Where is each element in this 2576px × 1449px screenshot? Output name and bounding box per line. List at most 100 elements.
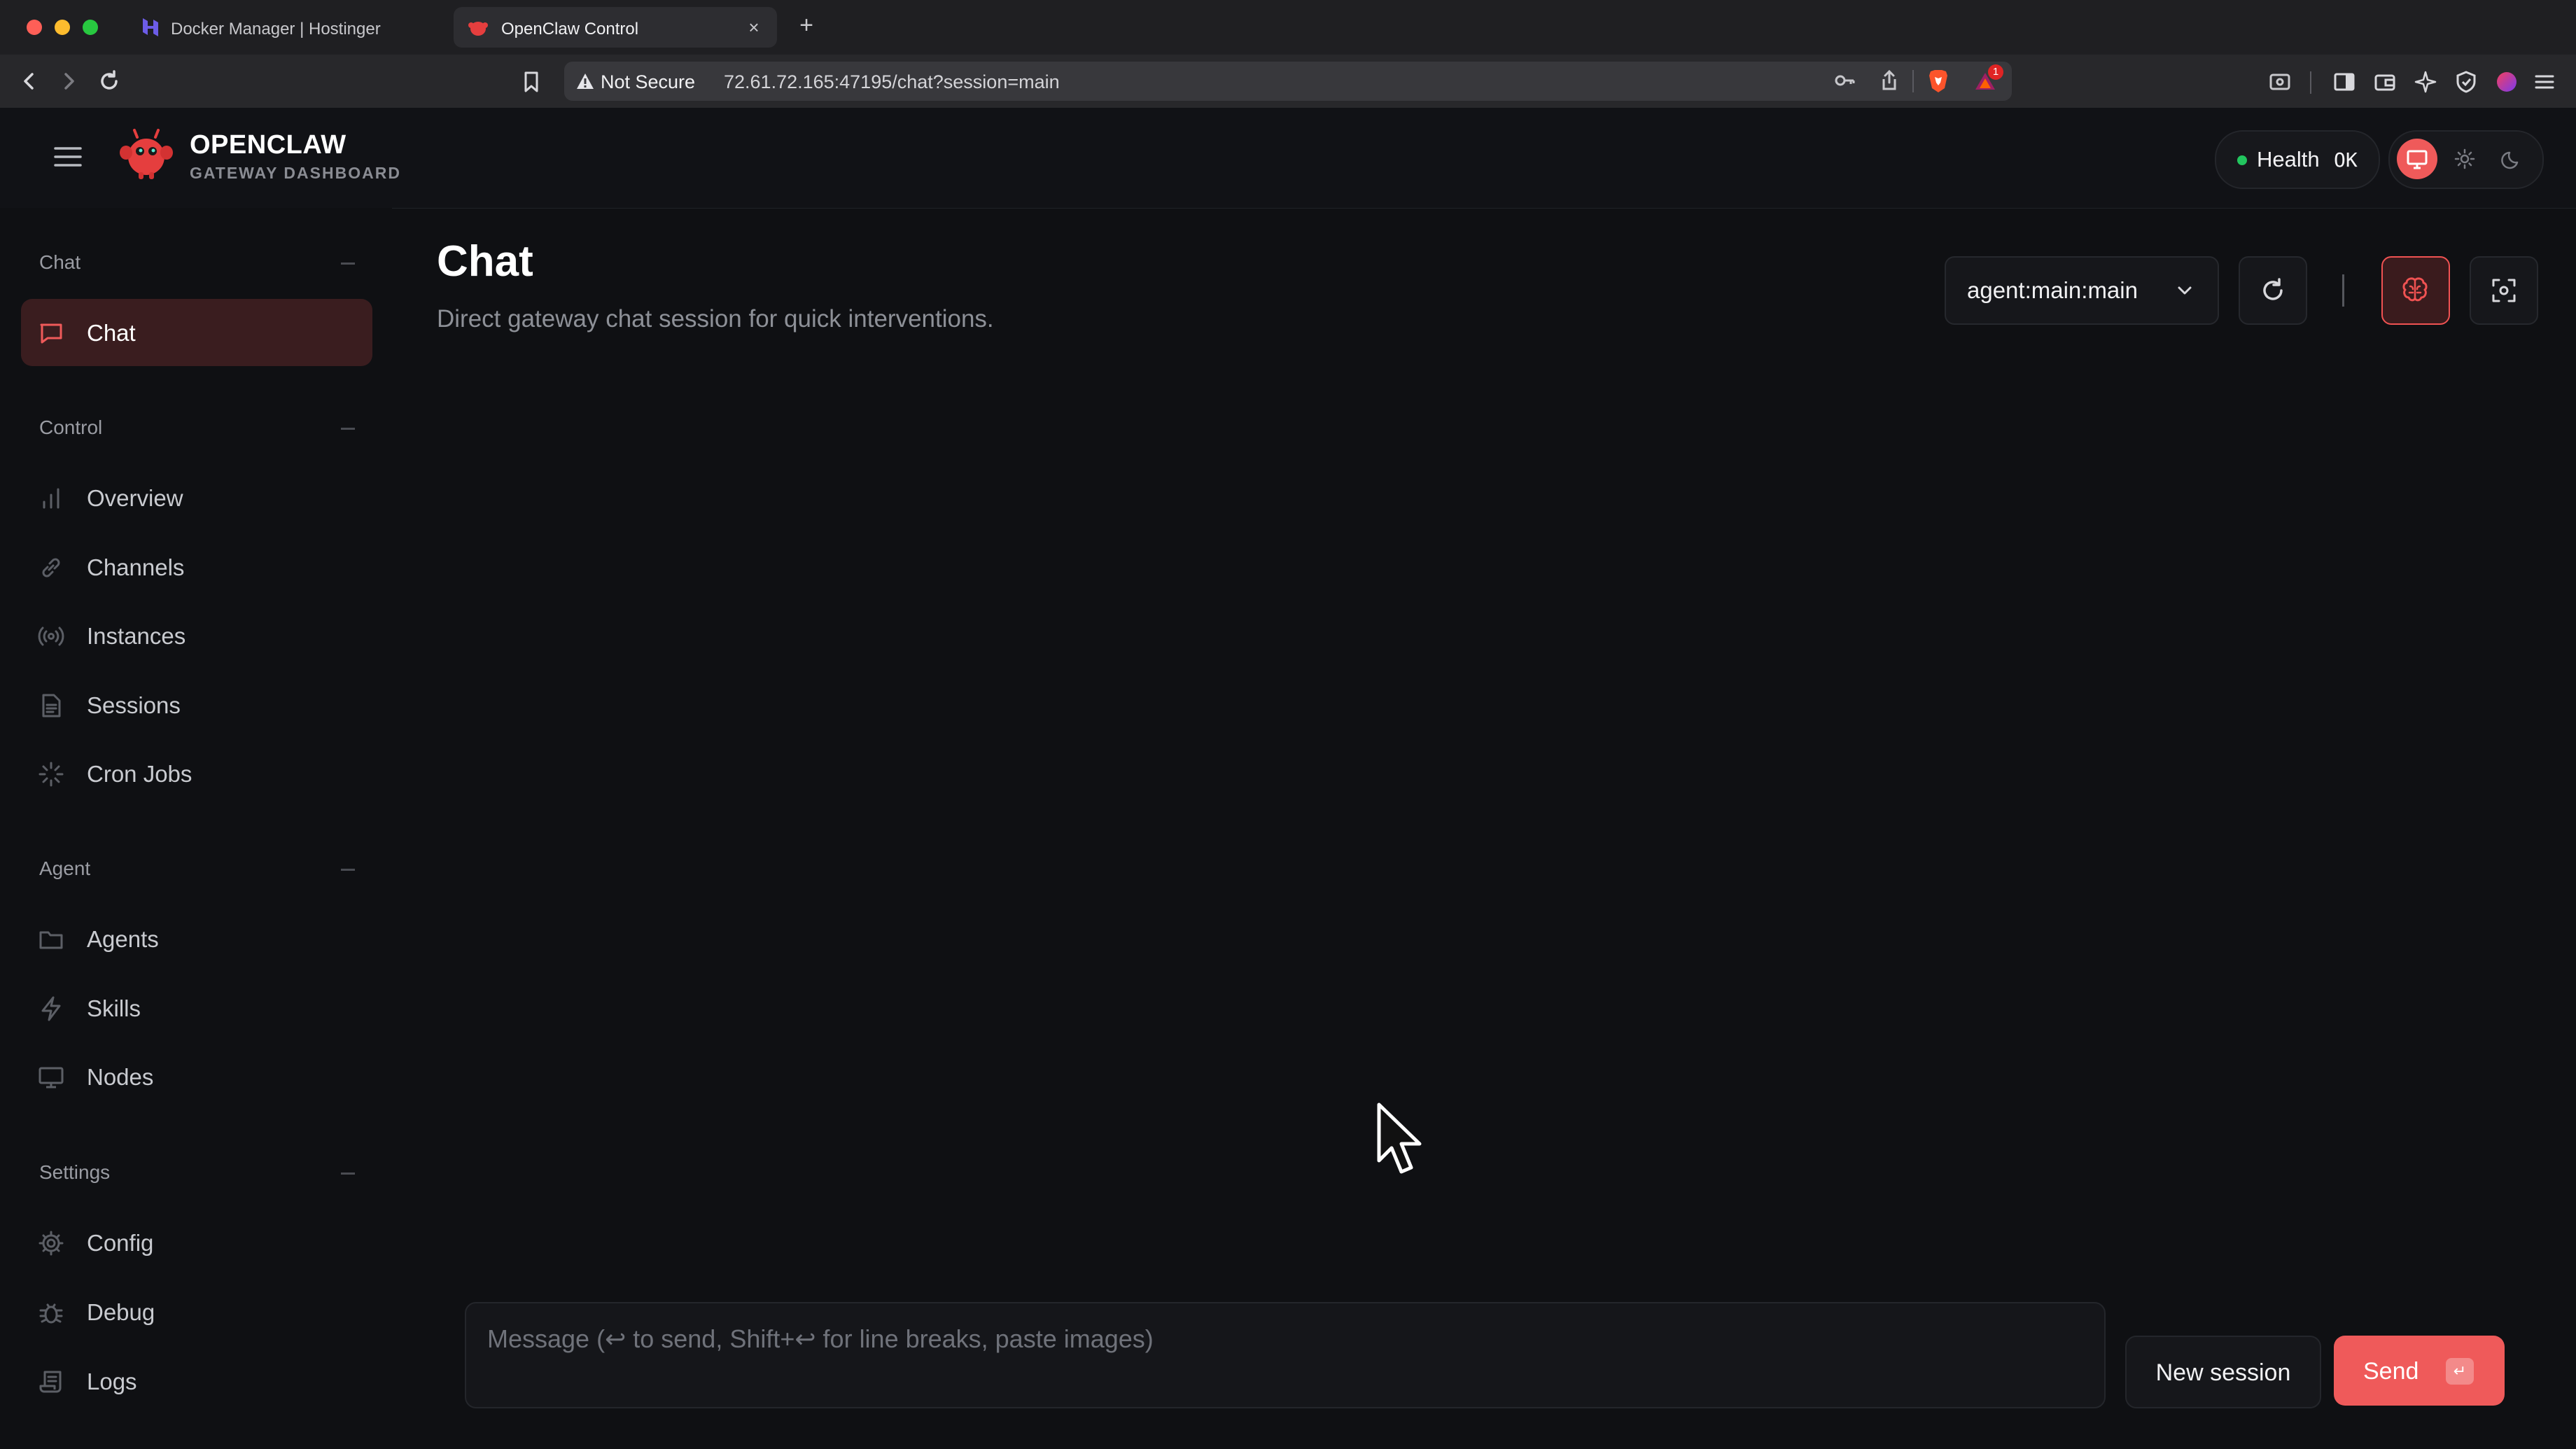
reload-button[interactable]	[95, 67, 123, 95]
sidebar-item-skills[interactable]: Skills	[21, 974, 372, 1042]
hamburger-menu-icon[interactable]	[53, 144, 83, 169]
new-session-label: New session	[2155, 1359, 2291, 1386]
sidebar-item-chat[interactable]: Chat	[21, 299, 372, 366]
section-label-control: Control	[39, 416, 103, 438]
new-session-button[interactable]: New session	[2125, 1336, 2321, 1408]
wallet-icon[interactable]	[2373, 70, 2397, 94]
section-collapse-agent[interactable]	[341, 869, 355, 871]
radio-broadcast-icon	[38, 623, 64, 650]
leo-ai-icon[interactable]	[2414, 70, 2437, 94]
profile-avatar[interactable]	[2495, 70, 2519, 94]
window-close-button[interactable]	[27, 20, 42, 35]
sidebar-item-label: Sessions	[87, 692, 181, 718]
sidebar-item-cron-jobs[interactable]: Cron Jobs	[21, 740, 372, 807]
sidebar-item-label: Agents	[87, 926, 159, 952]
sidebar-item-nodes[interactable]: Nodes	[21, 1043, 372, 1110]
browser-tab-docker-manager[interactable]: Docker Manager | Hostinger	[130, 7, 445, 48]
theme-switcher	[2388, 130, 2544, 189]
sidebar-item-instances[interactable]: Instances	[21, 602, 372, 669]
browser-toolbar: Not Secure 72.61.72.165:47195/chat?sessi…	[0, 55, 2576, 108]
tab-close-button[interactable]: ×	[743, 17, 764, 38]
rewards-badge: 1	[1988, 64, 2003, 80]
openclaw-logo-icon	[119, 127, 174, 182]
link-icon	[38, 554, 64, 581]
sidebar-item-sessions[interactable]: Sessions	[21, 671, 372, 738]
app-header: OPENCLAW GATEWAY DASHBOARD Health OK	[0, 108, 2576, 209]
send-button[interactable]: Send ↵	[2334, 1336, 2505, 1406]
sidebar-item-label: Debug	[87, 1299, 155, 1325]
menu-icon[interactable]	[2533, 70, 2556, 94]
key-icon[interactable]	[1833, 69, 1856, 92]
message-square-icon	[38, 320, 64, 346]
sidebar-item-channels[interactable]: Channels	[21, 533, 372, 601]
sidebar-item-config[interactable]: Config	[21, 1209, 372, 1276]
focus-mode-button[interactable]	[2470, 256, 2538, 325]
browser-tab-openclaw[interactable]: OpenClaw Control ×	[454, 7, 777, 48]
screenshot-icon[interactable]	[2268, 70, 2292, 94]
sidebar-item-label: Channels	[87, 554, 185, 580]
thinking-toggle-button[interactable]	[2381, 256, 2450, 325]
page-title: Chat	[437, 237, 533, 286]
health-status-pill[interactable]: Health OK	[2215, 130, 2380, 189]
mouse-cursor-icon	[1376, 1102, 1425, 1179]
composer-placeholder: Message (↩ to send, Shift+↩ for line bre…	[487, 1324, 1154, 1353]
refresh-button[interactable]	[2239, 256, 2307, 325]
toolbar-separator	[2342, 274, 2344, 307]
sidebar-item-logs[interactable]: Logs	[21, 1348, 372, 1415]
address-bar[interactable]: Not Secure 72.61.72.165:47195/chat?sessi…	[564, 62, 2012, 101]
openclaw-icon	[468, 17, 489, 38]
session-select[interactable]: agent:main:main	[1945, 256, 2219, 325]
forward-button[interactable]	[55, 67, 83, 95]
section-collapse-control[interactable]	[341, 428, 355, 430]
sidebar: Chat Chat Control Overview Channels Inst…	[0, 208, 392, 1449]
moon-icon	[2500, 147, 2524, 171]
theme-light-button[interactable]	[2444, 139, 2485, 179]
vpn-shield-icon[interactable]	[2454, 70, 2478, 94]
section-label-agent: Agent	[39, 858, 91, 879]
window-maximize-button[interactable]	[83, 20, 98, 35]
sidebar-item-overview[interactable]: Overview	[21, 464, 372, 531]
section-collapse-settings[interactable]	[341, 1172, 355, 1175]
security-label: Not Secure	[601, 71, 696, 92]
tab-title: OpenClaw Control	[501, 20, 639, 38]
folder-icon	[38, 926, 64, 953]
session-select-value: agent:main:main	[1967, 277, 2138, 303]
send-label: Send	[2363, 1358, 2419, 1385]
enter-key-icon: ↵	[2446, 1358, 2474, 1385]
share-icon[interactable]	[1877, 69, 1901, 92]
tab-title: Docker Manager | Hostinger	[171, 20, 381, 38]
loader-icon	[38, 761, 64, 788]
window-minimize-button[interactable]	[55, 20, 70, 35]
back-button[interactable]	[15, 67, 43, 95]
url-text[interactable]: 72.61.72.165:47195/chat?session=main	[724, 71, 1060, 93]
brave-rewards-icon[interactable]: 1	[1973, 64, 2003, 92]
file-text-icon	[38, 692, 64, 719]
gear-icon	[38, 1230, 64, 1256]
sidebar-item-label: Nodes	[87, 1064, 154, 1090]
sidebar-item-label: Instances	[87, 623, 186, 649]
health-label: Health	[2257, 147, 2320, 172]
scroll-icon	[38, 1368, 64, 1395]
theme-dark-button[interactable]	[2492, 139, 2533, 179]
section-collapse-chat[interactable]	[341, 262, 355, 265]
brave-shields-icon[interactable]	[1926, 69, 1950, 92]
chevron-down-icon	[2173, 279, 2197, 302]
sidebar-item-debug[interactable]: Debug	[21, 1278, 372, 1345]
toolbar-divider	[2310, 71, 2311, 94]
message-composer[interactable]: Message (↩ to send, Shift+↩ for line bre…	[465, 1302, 2106, 1408]
health-status-dot	[2237, 155, 2247, 165]
brand-subtitle: GATEWAY DASHBOARD	[190, 164, 401, 182]
brain-icon	[2400, 274, 2430, 305]
health-value: OK	[2334, 148, 2358, 172]
sun-icon	[2453, 147, 2477, 171]
theme-system-button[interactable]	[2397, 139, 2437, 179]
section-label-chat: Chat	[39, 251, 81, 273]
warning-icon	[575, 72, 595, 90]
sidebar-item-agents[interactable]: Agents	[21, 905, 372, 972]
new-tab-button[interactable]: +	[794, 13, 819, 38]
sidebar-toggle-icon[interactable]	[2332, 70, 2356, 94]
sidebar-item-label: Chat	[87, 320, 136, 346]
bookmark-icon[interactable]	[519, 70, 543, 94]
sidebar-item-label: Cron Jobs	[87, 761, 192, 787]
monitor-icon	[2405, 147, 2429, 171]
